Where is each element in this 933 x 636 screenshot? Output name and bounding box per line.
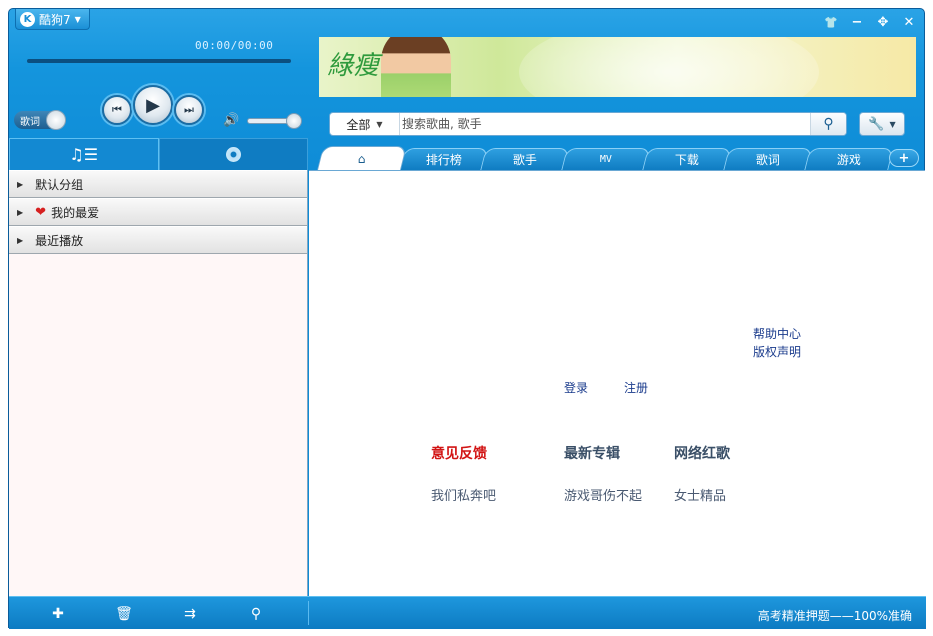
find-button[interactable]: ⚲ (247, 606, 265, 622)
login-link[interactable]: 登录 (564, 379, 588, 396)
song-link[interactable]: 我们私奔吧 (431, 485, 496, 504)
register-link[interactable]: 注册 (624, 379, 648, 396)
tools-menu-button[interactable]: 🔧 ▼ (859, 112, 905, 136)
lyric-toggle-label: 歌词 (20, 116, 40, 128)
hit-song-link[interactable]: 女士精品 (674, 485, 726, 504)
mini-mode-button[interactable]: ✥ (872, 13, 894, 31)
close-icon: ✕ (903, 14, 915, 30)
group-label: 我的最爱 (51, 205, 100, 220)
app-menu-button[interactable]: K 酷狗7 ▼ (15, 9, 90, 30)
playlist-group-recent[interactable]: ▶ 最近播放 (9, 226, 307, 254)
play-icon: ▶ (146, 94, 160, 116)
copyright-link[interactable]: 版权声明 (753, 343, 801, 360)
left-panel-tabs: ♫☰ (9, 138, 308, 170)
group-label: 默认分组 (35, 177, 84, 192)
plus-icon: + (898, 150, 910, 166)
music-list-icon: ♫☰ (69, 145, 99, 164)
search-bar: 全部 ▼ ⚲ (329, 112, 847, 136)
search-scope-label: 全部 (346, 117, 371, 132)
search-icon: ⚲ (250, 606, 262, 622)
banner-ad[interactable]: 綠瘦 (319, 37, 916, 97)
shuffle-icon: ⇉ (184, 606, 196, 622)
tab-mv[interactable]: MV (561, 148, 651, 170)
minimize-button[interactable]: − (846, 13, 868, 31)
chevron-down-icon: ▼ (376, 119, 383, 129)
tab-charts[interactable]: 排行榜 (399, 148, 489, 170)
group-label: 最近播放 (35, 233, 84, 248)
trash-icon: 🗑 (115, 606, 133, 622)
lyric-toggle[interactable]: 歌词 (14, 110, 66, 130)
tab-singers[interactable]: 歌手 (480, 148, 570, 170)
tab-disc[interactable] (158, 138, 308, 170)
play-mode-button[interactable]: ⇉ (181, 606, 199, 622)
tab-lyrics[interactable]: 歌词 (723, 148, 813, 170)
search-icon: ⚲ (823, 116, 834, 132)
play-button[interactable]: ▶ (133, 85, 173, 125)
next-icon: ⏭ (184, 103, 194, 116)
mini-mode-icon: ✥ (877, 14, 889, 30)
volume-slider-knob[interactable] (286, 113, 302, 129)
playlist-group-favorites[interactable]: ▶ ❤ 我的最爱 (9, 198, 307, 226)
home-icon: ⌂ (358, 151, 366, 166)
playlist-group-default[interactable]: ▶ 默认分组 (9, 170, 307, 198)
minimize-icon: − (851, 14, 863, 30)
wrench-icon: 🔧 (868, 116, 885, 132)
previous-icon: ⏮ (112, 103, 122, 116)
plus-icon: ✚ (52, 606, 64, 622)
kugou-window: K 酷狗7 ▼ 👕 − ✥ ✕ 00:00/00:00 歌词 ⏮ ▶ ⏭ 🔊 綠… (8, 8, 926, 629)
chevron-down-icon: ▼ (74, 14, 81, 24)
banner-glow (519, 37, 819, 97)
playback-time: 00:00/00:00 (195, 39, 274, 52)
app-title: 酷狗7 (39, 12, 71, 27)
tab-label: 歌手 (512, 153, 537, 167)
search-scope-select[interactable]: 全部 ▼ (330, 113, 400, 135)
add-tab-button[interactable]: + (889, 149, 919, 167)
banner-figure (381, 37, 451, 97)
tab-music-list[interactable]: ♫☰ (9, 138, 159, 170)
feedback-heading[interactable]: 意见反馈 (431, 443, 487, 463)
home-content: 帮助中心 版权声明 登录 注册 意见反馈 最新专辑 网络红歌 我们私奔吧 游戏哥… (309, 170, 925, 596)
add-button[interactable]: ✚ (49, 606, 67, 622)
progress-bar[interactable] (27, 59, 291, 63)
banner-logo: 綠瘦 (327, 51, 380, 81)
main-tabs: ⌂ 排行榜 歌手 MV 下载 歌词 游戏 + (314, 146, 926, 170)
divider (308, 601, 309, 625)
previous-button[interactable]: ⏮ (102, 95, 132, 125)
tab-label: MV (599, 154, 612, 165)
chevron-down-icon: ▼ (889, 119, 896, 129)
window-controls: 👕 − ✥ ✕ (820, 13, 920, 31)
close-button[interactable]: ✕ (898, 13, 920, 31)
playlist-panel: ▶ 默认分组 ▶ ❤ 我的最爱 ▶ 最近播放 (9, 170, 308, 596)
tab-games[interactable]: 游戏 (804, 148, 894, 170)
delete-button[interactable]: 🗑 (115, 606, 133, 622)
shirt-icon: 👕 (824, 15, 838, 29)
expand-triangle-icon: ▶ (17, 207, 24, 217)
tab-label: 下载 (674, 153, 699, 167)
tab-label: 游戏 (836, 153, 861, 167)
search-button[interactable]: ⚲ (810, 113, 846, 135)
bottom-bar: ✚ 🗑 ⇉ ⚲ 高考精准押题——100%准确 (9, 596, 926, 629)
tab-download[interactable]: 下载 (642, 148, 732, 170)
expand-triangle-icon: ▶ (17, 179, 24, 189)
tab-label: 排行榜 (425, 153, 462, 167)
heart-icon: ❤ (35, 204, 47, 220)
search-input[interactable] (400, 113, 810, 135)
kugou-logo-icon: K (20, 11, 35, 27)
promo-status-link[interactable]: 高考精准押题——100%准确 (758, 607, 912, 624)
tab-home[interactable]: ⌂ (317, 146, 407, 170)
new-albums-heading[interactable]: 最新专辑 (564, 443, 620, 463)
disc-icon (225, 147, 241, 162)
volume-icon[interactable]: 🔊 (223, 113, 239, 128)
skin-button[interactable]: 👕 (820, 13, 842, 31)
hit-songs-heading[interactable]: 网络红歌 (674, 443, 730, 463)
album-link[interactable]: 游戏哥伤不起 (564, 485, 642, 504)
tab-label: 歌词 (755, 153, 780, 167)
help-center-link[interactable]: 帮助中心 (753, 325, 801, 342)
toggle-knob (46, 110, 66, 130)
expand-triangle-icon: ▶ (17, 235, 24, 245)
next-button[interactable]: ⏭ (174, 95, 204, 125)
